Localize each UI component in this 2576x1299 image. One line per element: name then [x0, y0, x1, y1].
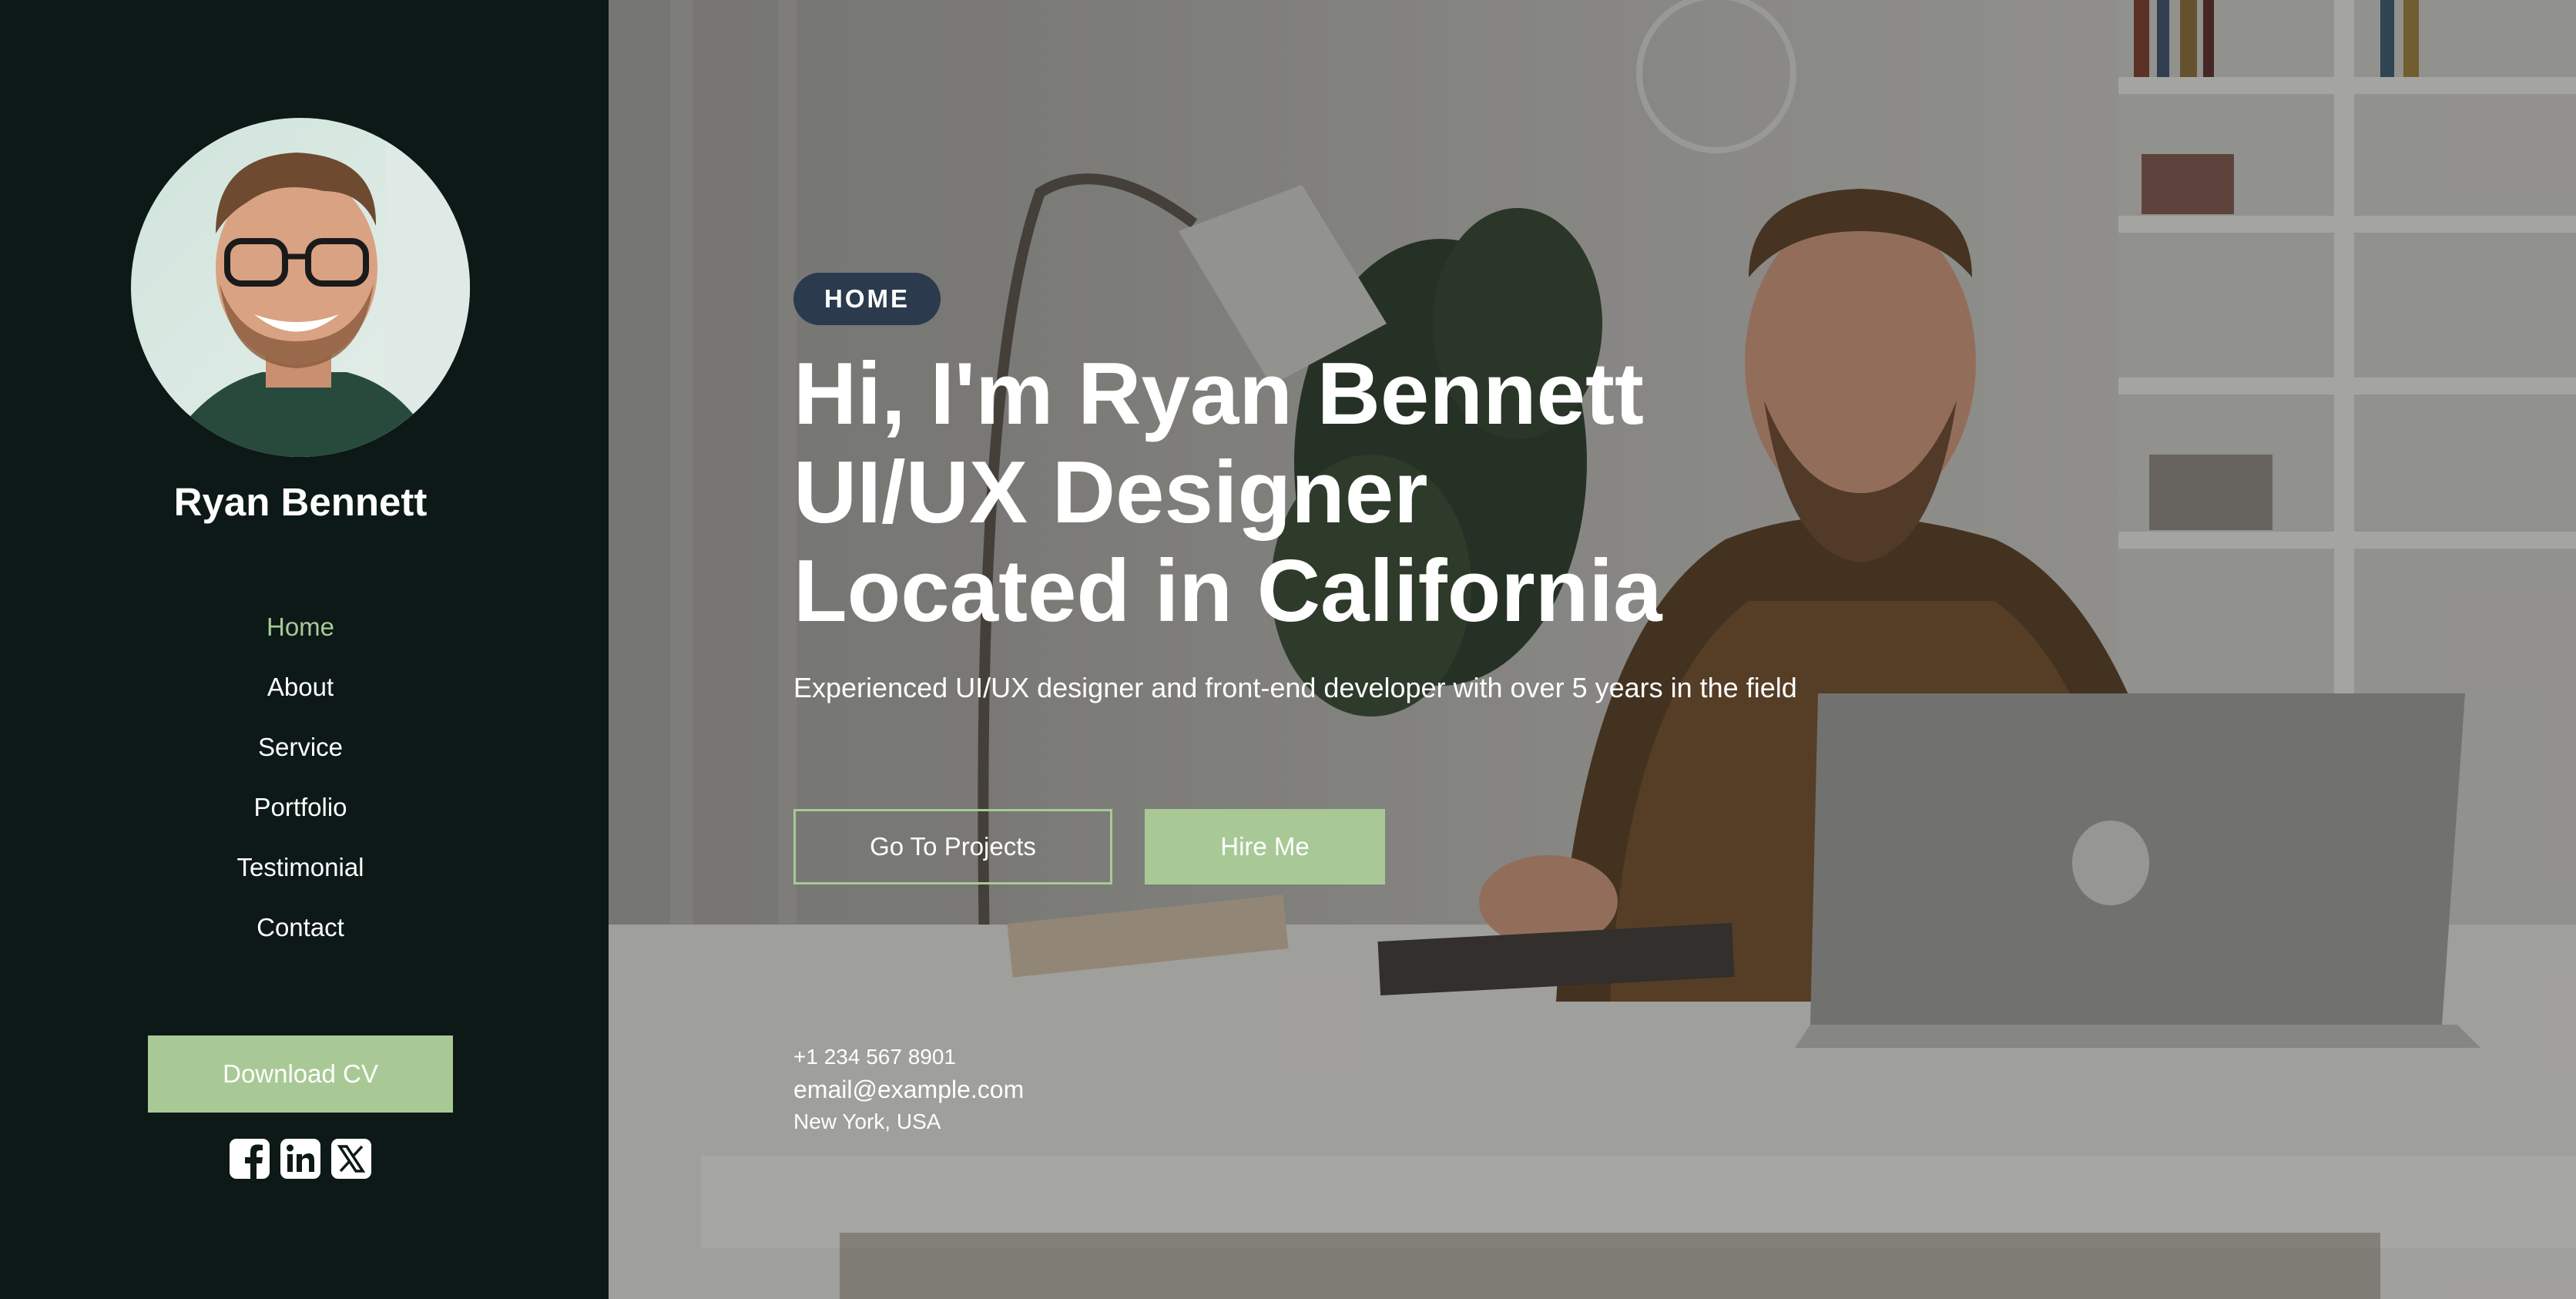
hire-me-button[interactable]: Hire Me: [1145, 809, 1385, 884]
headline-line-2: UI/UX Designer: [793, 444, 1428, 542]
nav-item-portfolio[interactable]: Portfolio: [0, 786, 601, 846]
contact-location: New York, USA: [793, 1109, 941, 1133]
hero-subtitle: Experienced UI/UX designer and front-end…: [793, 672, 1797, 703]
nav-item-contact[interactable]: Contact: [0, 906, 601, 966]
nav-item-about[interactable]: About: [0, 666, 601, 726]
sidebar-nav: Home About Service Portfolio Testimonial…: [0, 606, 601, 966]
download-cv-button[interactable]: Download CV: [148, 1036, 453, 1113]
facebook-icon[interactable]: [228, 1137, 271, 1180]
profile-name: Ryan Bennett: [173, 480, 428, 524]
headline-line-1: Hi, I'm Ryan Bennett: [793, 345, 1644, 443]
nav-item-service[interactable]: Service: [0, 726, 601, 786]
section-badge: HOME: [793, 273, 941, 325]
linkedin-icon[interactable]: [279, 1137, 322, 1180]
social-links: [0, 1137, 601, 1180]
contact-email[interactable]: email@example.com: [793, 1072, 1024, 1106]
headline-line-3: Located in California: [793, 542, 1662, 640]
sidebar: Ryan Bennett Home About Service Portfoli…: [0, 0, 609, 1299]
contact-info: +1 234 567 8901 email@example.com New Yo…: [793, 1042, 1024, 1137]
avatar: [131, 118, 470, 457]
nav-item-home[interactable]: Home: [0, 606, 601, 666]
x-icon[interactable]: [330, 1137, 373, 1180]
nav-item-testimonial[interactable]: Testimonial: [0, 846, 601, 906]
contact-phone[interactable]: +1 234 567 8901: [793, 1042, 1024, 1072]
go-to-projects-button[interactable]: Go To Projects: [793, 809, 1112, 884]
hero-section: HOME Hi, I'm Ryan Bennett UI/UX Designer…: [609, 0, 2576, 1299]
hero-headline: Hi, I'm Ryan Bennett UI/UX Designer Loca…: [793, 345, 1662, 641]
